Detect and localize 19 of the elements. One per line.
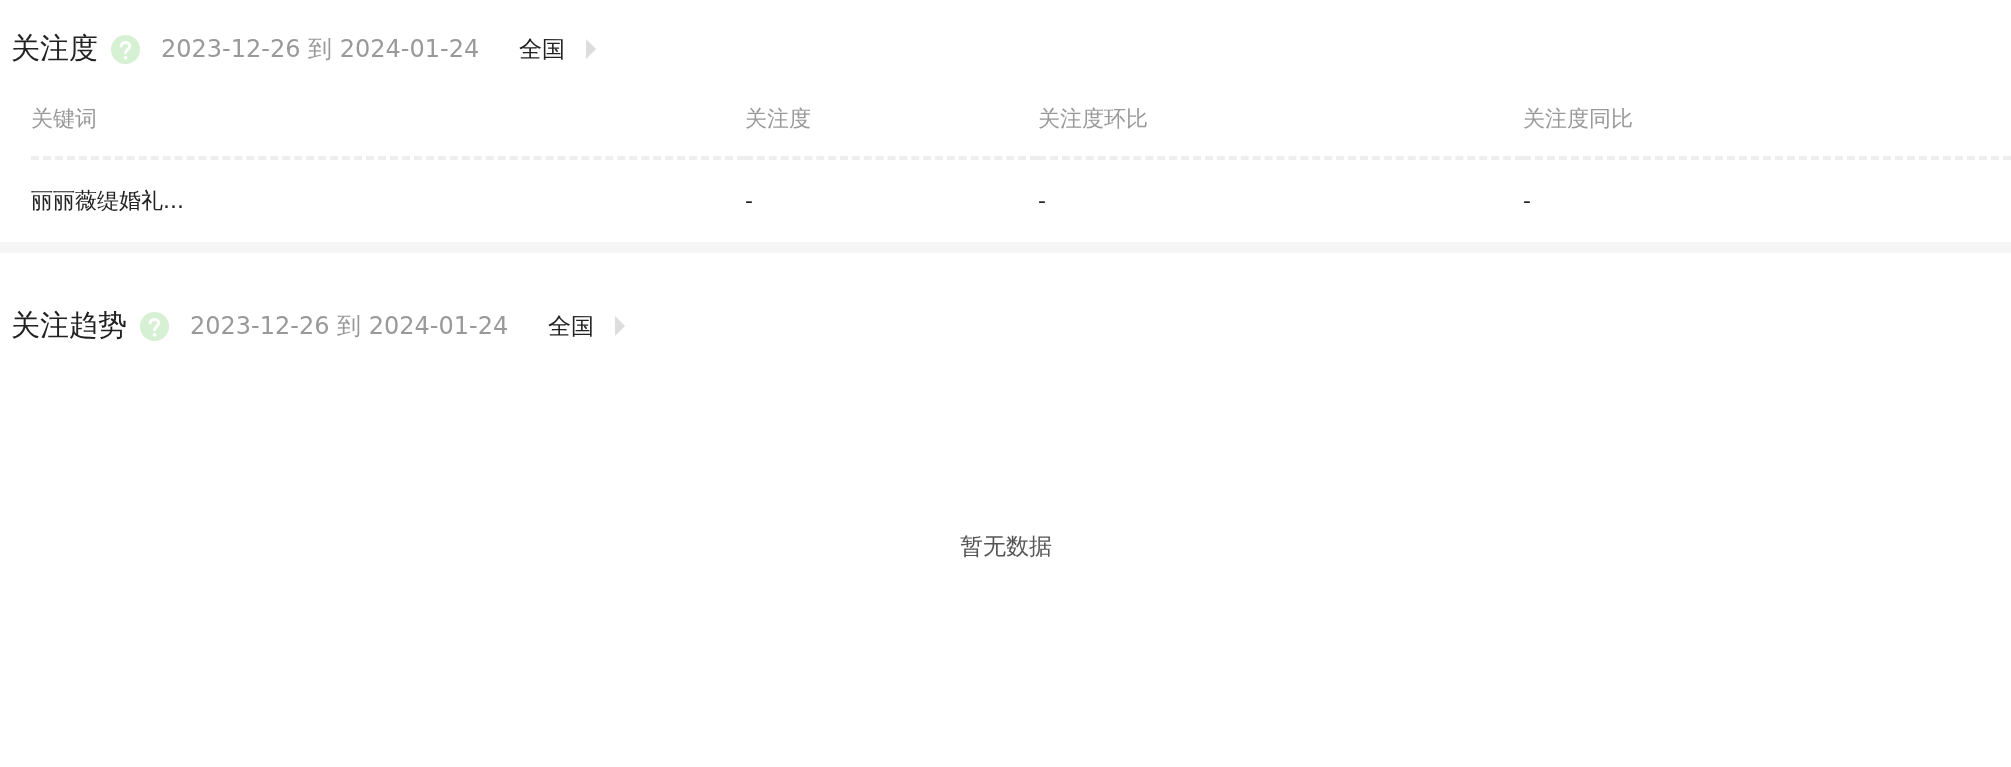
date-range: 2023-12-26 到 2024-01-24	[190, 311, 509, 342]
triangle-icon[interactable]	[614, 315, 627, 337]
help-icon[interactable]	[110, 33, 141, 65]
triangle-icon[interactable]	[585, 38, 598, 60]
column-header: 关键词	[31, 80, 745, 160]
empty-message: 暂无数据	[959, 531, 1052, 561]
help-icon[interactable]	[139, 310, 170, 342]
table-cell-text: -	[745, 186, 754, 215]
table-cell-text: -	[1523, 186, 1532, 215]
column-header: 关注度同比	[1523, 80, 2011, 160]
region-selector[interactable]: 全国	[519, 31, 566, 67]
table-cell-text: 丽丽薇缇婚礼...	[31, 186, 185, 215]
region-selector[interactable]: 全国	[548, 308, 595, 344]
section-title: 关注趋势	[11, 307, 127, 345]
date-range: 2023-12-26 到 2024-01-24	[161, 34, 480, 65]
column-header: 关注度	[745, 80, 1038, 160]
section-title: 关注度	[11, 30, 98, 68]
column-header: 关注度环比	[1038, 80, 1523, 160]
table-cell-text: -	[1038, 186, 1047, 215]
